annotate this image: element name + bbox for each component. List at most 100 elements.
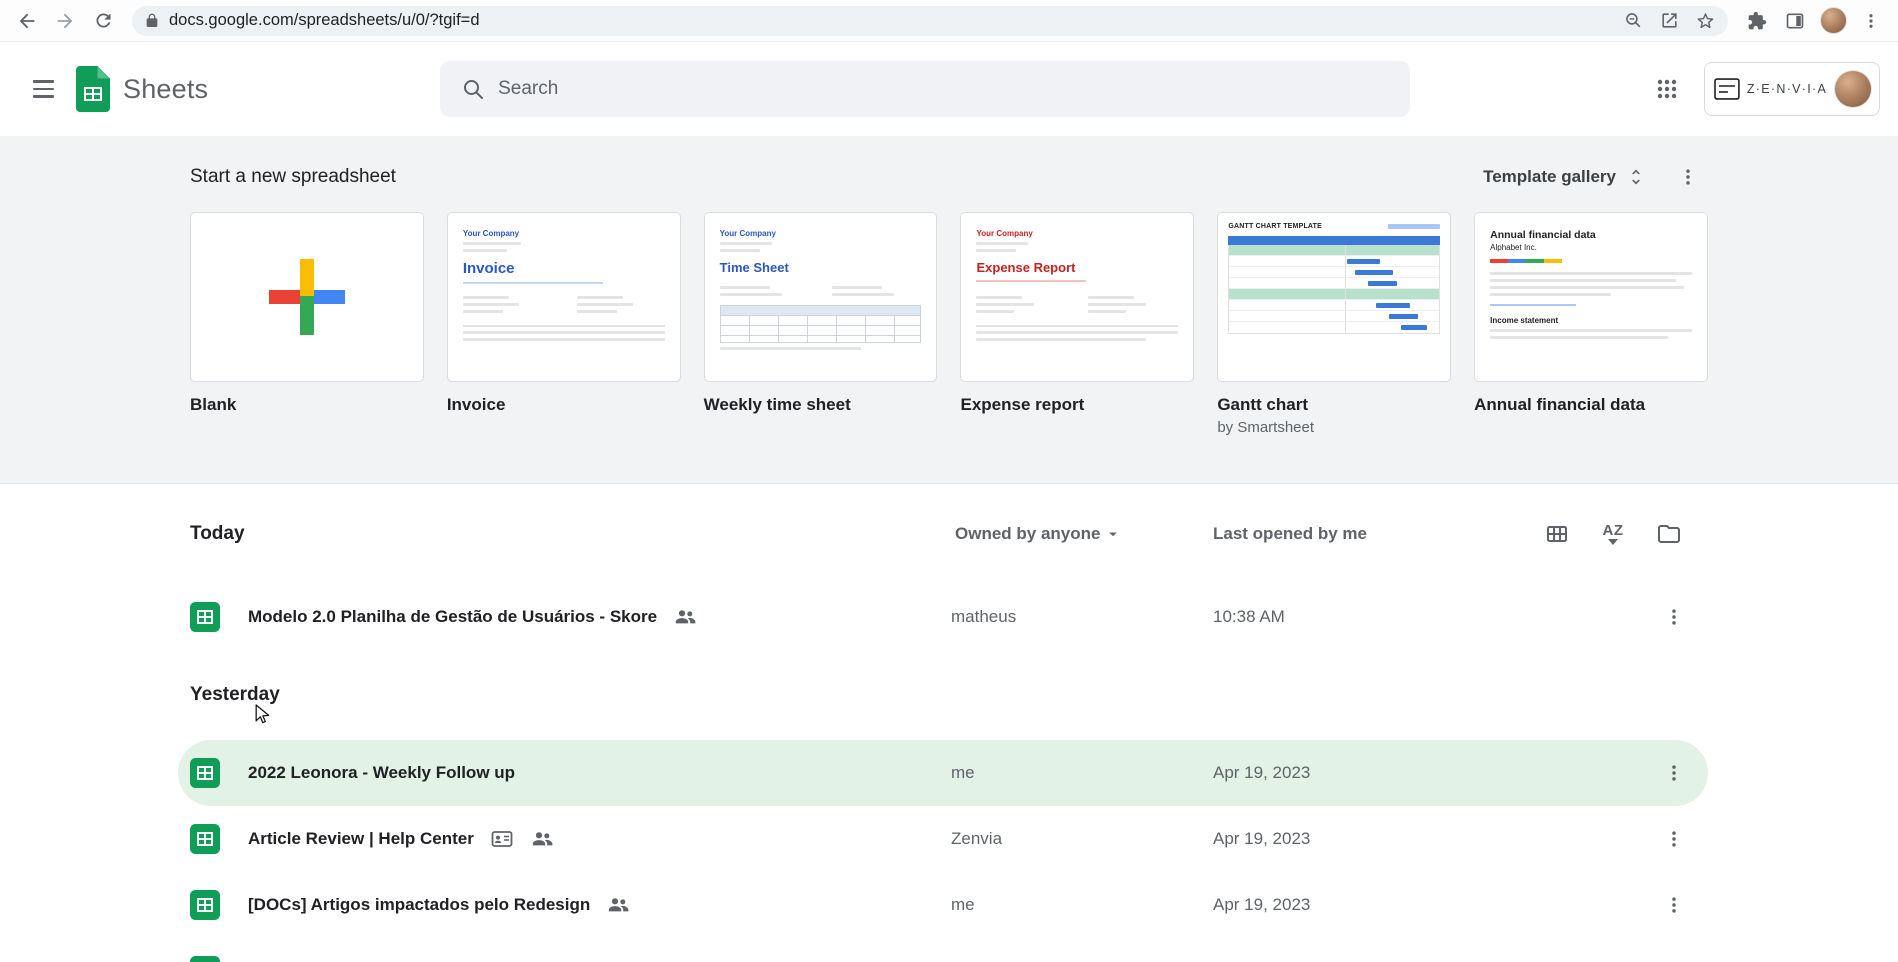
sort-az-button[interactable]: AZ [1593,514,1633,554]
template-label: Expense report [960,395,1085,414]
kebab-menu-icon [1672,609,1676,625]
browser-reload-button[interactable] [86,4,120,38]
hamburger-icon [32,80,54,83]
puzzle-icon [1748,11,1767,29]
mouse-cursor [252,702,272,733]
zoom-page-button[interactable] [1616,4,1650,38]
grid-view-icon [1547,526,1567,542]
lock-icon [146,13,158,27]
sheets-logo-icon[interactable] [76,66,110,112]
browser-forward-button[interactable] [48,4,82,38]
last-opened-label: Last opened by me [1213,524,1367,543]
file-list-section: Today Owned by anyone Last opened by me … [0,484,1898,962]
sort-arrow-icon [1608,538,1618,545]
template-card-weekly-time-sheet[interactable]: Your Company Time Sheet Weekly time shee… [703,212,938,436]
file-row-menu-button[interactable] [1654,819,1694,859]
file-row[interactable]: Article Review | Help Center Zenvia Apr … [178,806,1708,872]
extensions-button[interactable] [1740,4,1774,38]
file-row-menu-button[interactable] [1654,951,1694,962]
dropdown-arrow-icon [1109,532,1118,537]
template-label: Weekly time sheet [703,395,851,414]
file-row-menu-button[interactable] [1654,597,1694,637]
apps-grid-icon [1657,79,1677,99]
share-page-button[interactable] [1652,4,1686,38]
sheets-file-icon [190,758,220,788]
sheets-file-icon [190,956,220,962]
kebab-menu-icon [1672,765,1676,781]
forward-icon [57,13,73,28]
template-label: Blank [190,395,237,414]
gantt-chart-preview: GANTT CHART TEMPLATE [1218,213,1450,381]
file-row-partial[interactable]: [Atenção] Artigos impactados pelo novo S… [178,938,1708,962]
search-bar [440,61,1411,117]
share-icon [1661,13,1677,28]
folder-icon [1658,525,1680,543]
open-file-picker-button[interactable] [1649,514,1689,554]
address-bar[interactable]: docs.google.com/spreadsheets/u/0/?tgif=d [132,4,1728,38]
template-cards-row: Blank Your Company Invoice Invoice Your … [190,212,1708,436]
app-header: Sheets Z·E·N·V·I·A [0,42,1898,136]
template-card-gantt-chart[interactable]: GANTT CHART TEMPLATE Gantt chart by Smar… [1217,212,1452,436]
section-title-today: Today [190,523,245,544]
shared-people-icon [609,898,629,912]
reload-icon [95,13,110,28]
unfold-more-icon [1632,169,1640,185]
template-section-title: Start a new spreadsheet [190,166,396,187]
kebab-menu-icon [1686,169,1690,185]
kebab-menu-icon [1672,831,1676,847]
search-input[interactable] [498,78,1403,100]
file-row-selected[interactable]: 2022 Leonora - Weekly Follow up me Apr 1… [178,740,1708,806]
search-icon [464,80,484,99]
profile-avatar [1819,7,1847,34]
owner-filter-dropdown[interactable]: Owned by anyone [951,518,1126,550]
template-label: Invoice [446,395,506,414]
file-row-menu-button[interactable] [1654,753,1694,793]
template-card-blank[interactable]: Blank [190,212,424,436]
template-section-menu-button[interactable] [1668,157,1708,197]
shared-people-icon [532,832,553,846]
bookmark-star-button[interactable] [1688,4,1722,38]
time-sheet-preview: Your Company Time Sheet [705,213,937,381]
kebab-menu-icon [1869,13,1873,28]
template-card-annual-financial-data[interactable]: Annual financial data Alphabet Inc. Inco… [1474,212,1708,436]
new-blank-plus-icon [268,259,345,335]
app-title[interactable]: Sheets [123,74,208,105]
file-row[interactable]: Modelo 2.0 Planilha de Gestão de Usuário… [178,584,1708,650]
file-list-header: Today Owned by anyone Last opened by me … [190,484,1708,584]
template-card-expense-report[interactable]: Your Company Expense Report Expense repo… [960,212,1195,436]
magnifier-icon [1625,13,1640,28]
workspace-label: Z·E·N·V·I·A [1746,82,1828,96]
grid-view-button[interactable] [1537,514,1577,554]
template-label: Annual financial data [1474,395,1646,414]
browser-profile-button[interactable] [1816,4,1850,38]
file-row-menu-button[interactable] [1654,885,1694,925]
template-card-invoice[interactable]: Your Company Invoice Invoice [446,212,681,436]
contact-card-icon [491,831,513,847]
star-icon [1697,13,1713,29]
side-panel-button[interactable] [1778,4,1812,38]
file-row[interactable]: [DOCs] Artigos impactados pelo Redesign … [178,872,1708,938]
template-gallery-button[interactable]: Template gallery [1471,158,1658,196]
browser-toolbar: docs.google.com/spreadsheets/u/0/?tgif=d [0,0,1898,42]
sort-az-icon: AZ [1602,521,1624,539]
sheets-file-icon [190,890,220,920]
expense-report-preview: Your Company Expense Report [961,213,1193,381]
invoice-preview: Your Company Invoice [448,213,680,381]
sheets-file-icon [190,602,220,632]
google-apps-button[interactable] [1642,64,1692,114]
sheets-file-icon [190,824,220,854]
search-button[interactable] [448,64,498,114]
annual-financial-preview: Annual financial data Alphabet Inc. Inco… [1475,213,1707,381]
browser-menu-button[interactable] [1854,4,1888,38]
template-label: Gantt chart [1217,395,1308,414]
shared-people-icon [675,610,696,624]
url-text: docs.google.com/spreadsheets/u/0/?tgif=d [169,11,480,29]
template-section: Start a new spreadsheet Template gallery… [0,136,1898,484]
account-avatar [1834,70,1872,108]
account-workspace-button[interactable]: Z·E·N·V·I·A [1703,62,1880,116]
zenvia-logo-icon [1714,78,1740,100]
section-title-yesterday: Yesterday [190,684,280,705]
browser-back-button[interactable] [10,4,44,38]
main-menu-button[interactable] [18,64,68,114]
side-panel-icon [1786,13,1804,28]
